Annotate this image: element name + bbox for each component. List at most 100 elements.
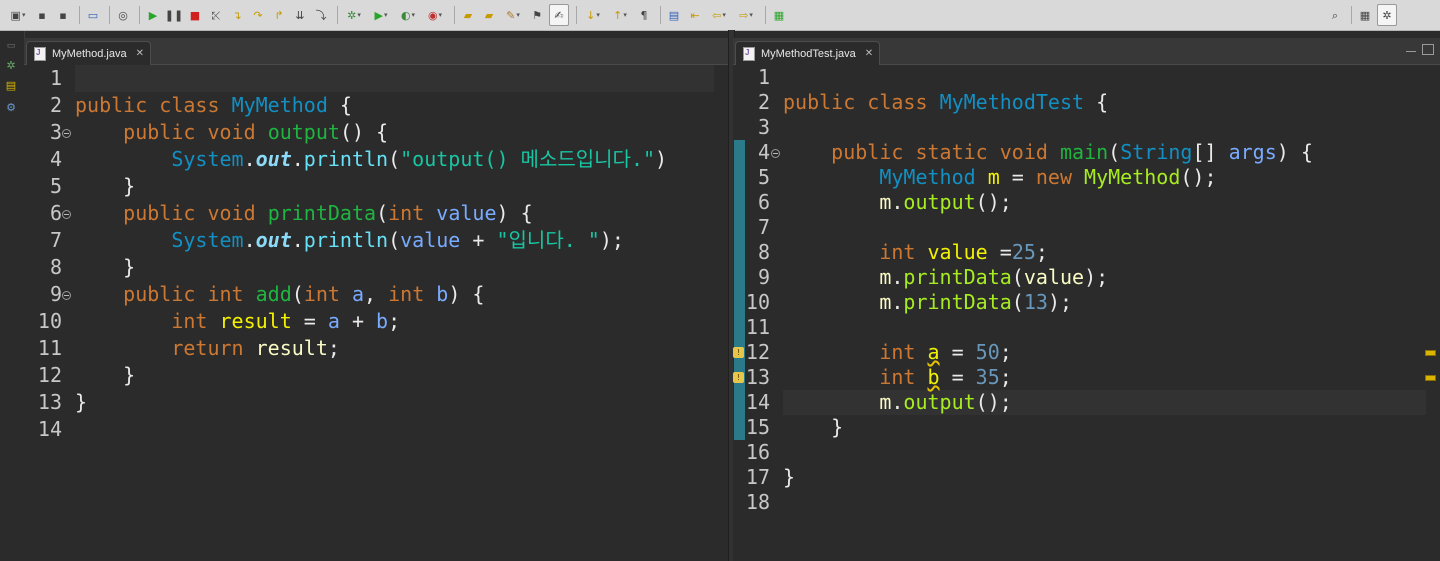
- debug-view-icon[interactable]: ✲: [4, 59, 18, 73]
- open-type-icon[interactable]: ▰: [480, 5, 498, 25]
- code-token: []: [1192, 140, 1229, 164]
- step-into-icon[interactable]: ↴: [228, 5, 246, 25]
- external-tools-icon[interactable]: ◉: [423, 5, 447, 25]
- next-annotation-icon[interactable]: ↓: [581, 5, 605, 25]
- forward-icon[interactable]: ⇨: [734, 5, 758, 25]
- new-package-icon[interactable]: ▰: [459, 5, 477, 25]
- prev-annotation-icon[interactable]: ↑: [608, 5, 632, 25]
- fold-toggle-icon[interactable]: [62, 209, 71, 219]
- quick-fix-warning-icon[interactable]: !: [733, 347, 744, 358]
- outline-icon[interactable]: ⚙: [4, 101, 18, 115]
- code-token: .: [243, 228, 256, 252]
- code-token: =: [999, 165, 1036, 189]
- quick-fix-warning-icon[interactable]: !: [733, 372, 744, 383]
- code-line: return result;: [75, 335, 340, 362]
- toolbar-separator: [79, 6, 80, 24]
- code-token: .: [891, 390, 904, 414]
- close-tab-icon[interactable]: ✕: [865, 48, 873, 59]
- new-console-icon[interactable]: ▦: [770, 5, 788, 25]
- code-line: int value =25;: [783, 240, 1048, 265]
- code-line: int b = 35;: [783, 365, 1011, 390]
- view-controls: [1406, 44, 1434, 55]
- close-tab-icon[interactable]: ✕: [136, 48, 144, 59]
- restore-icon[interactable]: ▭: [4, 39, 18, 53]
- line-number: 1: [49, 66, 62, 90]
- code-token: .: [243, 147, 256, 171]
- line-number: 7: [49, 228, 62, 252]
- mark-occurrences-icon[interactable]: ✍: [549, 4, 569, 26]
- save-all-icon[interactable]: ▪: [54, 5, 72, 25]
- code-token: ): [655, 147, 668, 171]
- step-return-icon[interactable]: ↱: [270, 5, 288, 25]
- terminate-icon[interactable]: ■: [186, 5, 204, 25]
- resume-icon[interactable]: ▶: [144, 5, 162, 25]
- use-step-filters-icon[interactable]: ⤵: [312, 5, 330, 25]
- java-file-icon: [33, 47, 46, 61]
- overview-ruler-warning-marker[interactable]: [1425, 350, 1436, 356]
- disconnect-icon[interactable]: ⤪: [207, 5, 225, 25]
- right-code-editor[interactable]: 1 2 public class MyMethodTest {3 4 public s…: [733, 65, 1440, 561]
- minimize-icon[interactable]: [1406, 51, 1416, 54]
- debug-perspective-icon[interactable]: ✲: [1377, 4, 1397, 26]
- tab-mymethod-java[interactable]: MyMethod.java ✕: [26, 41, 151, 65]
- save-icon[interactable]: ▪: [33, 5, 51, 25]
- package-explorer-icon[interactable]: ▤: [4, 79, 18, 93]
- toggle-breadcrumb-icon[interactable]: ⚑: [528, 5, 546, 25]
- fold-toggle-icon[interactable]: [771, 148, 780, 158]
- code-token: ;: [327, 336, 340, 360]
- search-icon[interactable]: ⌕: [1326, 5, 1344, 25]
- code-line: m.printData(value);: [783, 265, 1108, 290]
- code-token: MyMethod: [1084, 165, 1181, 189]
- code-line: }: [75, 362, 135, 389]
- back-icon[interactable]: ⇦: [707, 5, 731, 25]
- code-token: (: [1108, 140, 1121, 164]
- suspend-icon[interactable]: ❚❚: [165, 5, 183, 25]
- open-perspective-icon[interactable]: ▦: [1356, 5, 1374, 25]
- left-code-editor[interactable]: 1 2 public class MyMethod {3 public void o…: [24, 65, 728, 561]
- show-whitespace-icon[interactable]: ¶: [635, 5, 653, 25]
- tab-mymethodtest-java[interactable]: MyMethodTest.java ✕: [735, 41, 881, 65]
- code-token: printData: [267, 201, 377, 225]
- run-icon[interactable]: ▶: [369, 5, 393, 25]
- code-token: m: [879, 290, 892, 314]
- line-number: 13: [37, 390, 62, 414]
- last-edit-icon[interactable]: ⇤: [686, 5, 704, 25]
- fold-toggle-icon[interactable]: [62, 128, 71, 138]
- left-editor-pane: MyMethod.java ✕ 12public class MyMethod …: [24, 38, 728, 561]
- line-number: 6: [49, 201, 62, 225]
- code-token: ();: [975, 190, 1012, 214]
- overview-ruler-warning-marker[interactable]: [1425, 375, 1436, 381]
- code-token: int: [171, 309, 208, 333]
- pin-editor-icon[interactable]: ▤: [665, 5, 683, 25]
- fold-toggle-icon[interactable]: [62, 290, 71, 300]
- code-line: public static void main(String[] args) {: [783, 140, 1313, 165]
- open-task-icon[interactable]: ✎: [501, 5, 525, 25]
- code-token: int: [879, 340, 916, 364]
- coverage-icon[interactable]: ◐: [396, 5, 420, 25]
- maximize-icon[interactable]: [1422, 44, 1434, 55]
- new-icon[interactable]: ▣: [6, 5, 30, 25]
- line-number: 2: [49, 93, 62, 117]
- skip-breakpoints-icon[interactable]: ◎: [114, 5, 132, 25]
- code-token: int: [303, 282, 340, 306]
- step-over-icon[interactable]: ↷: [249, 5, 267, 25]
- drop-to-frame-icon[interactable]: ⇊: [291, 5, 309, 25]
- console-icon[interactable]: ▭: [84, 5, 102, 25]
- debug-icon[interactable]: ✲: [342, 5, 366, 25]
- code-token: int: [879, 240, 916, 264]
- code-token: value: [1023, 265, 1085, 289]
